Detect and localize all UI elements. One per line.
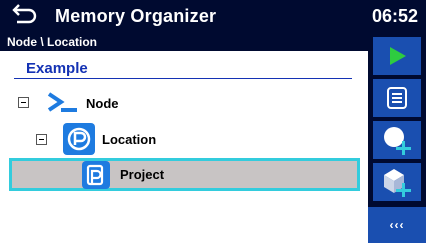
add-circle-icon <box>384 127 411 155</box>
title-bar: Memory Organizer 06:52 <box>0 0 426 33</box>
tree-item-project-selected[interactable] <box>9 158 360 191</box>
structure-title: Example <box>26 60 88 77</box>
collapse-location-toggle[interactable] <box>36 134 47 145</box>
node-icon <box>47 92 77 112</box>
tree-item-project-label[interactable]: Project <box>120 167 164 182</box>
breadcrumb: Node \ Location <box>0 33 368 51</box>
memory-organizer-screen: Memory Organizer 06:52 Node \ Location E… <box>0 0 426 243</box>
add-node-button[interactable] <box>373 121 421 159</box>
screen-title: Memory Organizer <box>55 6 217 26</box>
clock: 06:52 <box>371 6 418 26</box>
title-underline <box>14 78 352 79</box>
list-icon <box>387 87 407 109</box>
add-structure-icon <box>384 169 411 197</box>
play-icon <box>390 47 406 65</box>
tree-item-node-label[interactable]: Node <box>86 96 119 111</box>
project-icon <box>82 161 110 189</box>
back-arrow-icon[interactable] <box>11 4 37 28</box>
view-results-button[interactable] <box>373 79 421 117</box>
tree-item-location-label[interactable]: Location <box>102 132 156 147</box>
start-test-button[interactable] <box>373 37 421 75</box>
location-icon <box>63 123 95 155</box>
more-options-button[interactable]: ‹‹‹ <box>368 207 426 243</box>
add-structure-button[interactable] <box>373 163 421 201</box>
collapse-node-toggle[interactable] <box>18 97 29 108</box>
